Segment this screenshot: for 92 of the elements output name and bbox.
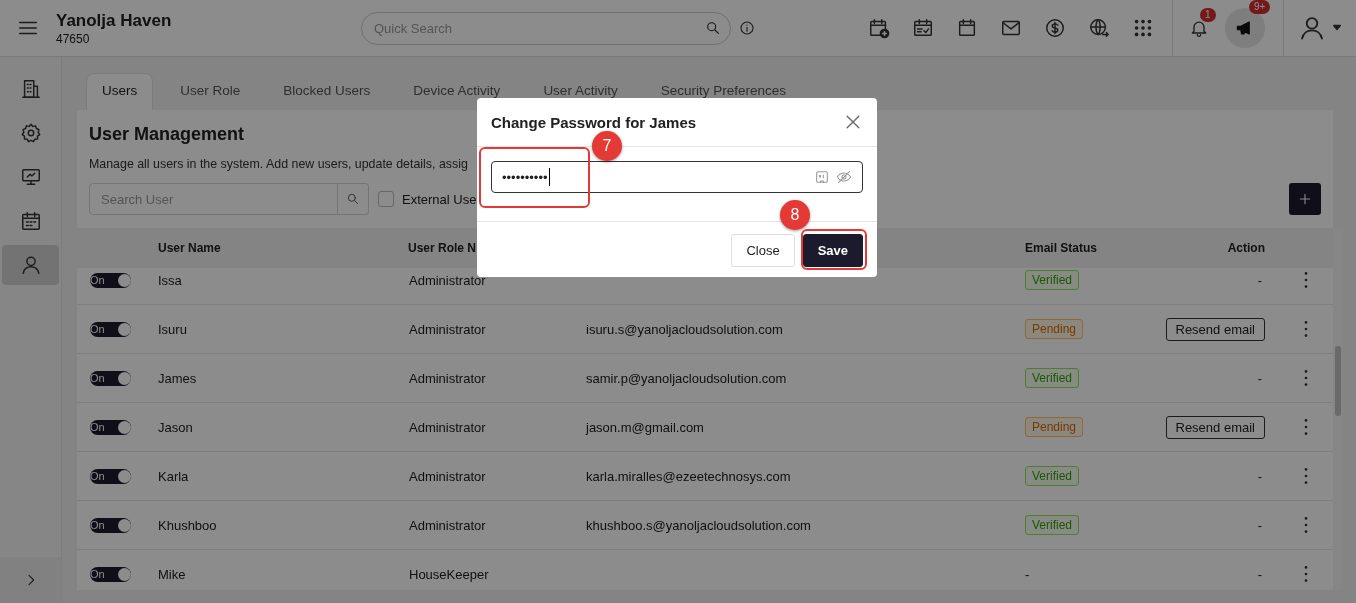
property-name: Yanolja Haven — [56, 10, 173, 31]
announcement-badge: 9+ — [1249, 0, 1271, 14]
info-icon — [739, 20, 755, 36]
status-tag: Verified — [1025, 270, 1080, 290]
table-cell-text: karla.miralles@ezeetechnosys.com — [585, 468, 792, 484]
table-cell-text: Issa — [157, 272, 183, 288]
status-tag: Verified — [1025, 368, 1080, 388]
search-field[interactable]: Quick Search — [361, 11, 731, 45]
tab[interactable]: Device Activity — [397, 73, 517, 110]
table-cell-text: Administrator — [408, 517, 487, 533]
table-cell-text: Jason — [157, 419, 194, 435]
column-header: Email Status — [1024, 241, 1099, 255]
save-button[interactable]: Save — [802, 234, 863, 267]
more-options-icon[interactable] — [1304, 419, 1308, 435]
checkbox[interactable] — [378, 191, 394, 207]
table-cell-text: Khushboo — [157, 517, 218, 533]
table-cell-text: isuru.s@yanoljacloudsolution.com — [585, 321, 784, 337]
table-cell-text: - — [1256, 517, 1263, 533]
more-options-icon[interactable] — [1304, 468, 1308, 484]
more-options-icon[interactable] — [1304, 370, 1308, 386]
resend-email-button[interactable]: Resend email — [1165, 317, 1265, 341]
table-cell-text: Mike — [157, 566, 187, 582]
sidebar-item[interactable] — [2, 245, 59, 285]
tab[interactable]: User Role — [164, 73, 257, 110]
table-cell-text: Administrator — [408, 468, 487, 484]
status-toggle[interactable]: On — [90, 272, 131, 288]
status-toggle[interactable]: On — [90, 517, 131, 533]
column-header: Action — [1226, 241, 1266, 255]
more-options-icon[interactable] — [1304, 272, 1308, 288]
status-toggle[interactable]: On — [90, 566, 131, 582]
search-icon — [346, 192, 360, 206]
caret-icon — [1332, 23, 1342, 33]
table-cell-text: James — [157, 370, 198, 386]
table-cell-text: Isuru — [157, 321, 188, 337]
search-icon — [705, 19, 721, 36]
status-tag: Verified — [1025, 515, 1080, 535]
announcement-button[interactable] — [1225, 8, 1265, 48]
status-tag: Pending — [1025, 417, 1084, 437]
globe-icon — [1088, 17, 1110, 39]
close-button[interactable]: Close — [731, 234, 795, 267]
table-cell-text: khushboo.s@yanoljacloudsolution.com — [585, 517, 812, 533]
calendar-icon — [956, 17, 978, 39]
monitor-icon — [19, 166, 42, 188]
table-cell-text: Karla — [157, 468, 190, 484]
settings-icon — [19, 122, 42, 144]
eye-slash-icon — [836, 169, 852, 185]
table-cell-text: jason.m@gmail.com — [584, 419, 705, 435]
search-user-field[interactable]: Search User — [89, 183, 338, 215]
column-header: User Name — [157, 241, 222, 255]
table-cell-text: - — [1256, 272, 1263, 288]
more-options-icon[interactable] — [1304, 517, 1308, 533]
dollar-icon — [1044, 17, 1066, 39]
more-options-icon[interactable] — [1304, 321, 1308, 337]
text-cursor — [548, 168, 550, 186]
table-cell-text: - — [1256, 566, 1263, 582]
resend-email-button[interactable]: Resend email — [1165, 415, 1265, 439]
status-toggle[interactable]: On — [90, 419, 131, 435]
status-toggle[interactable]: On — [90, 468, 131, 484]
dialog-title: Change Password for James — [491, 113, 697, 131]
plus-icon — [1297, 191, 1313, 207]
building-icon — [19, 78, 42, 100]
tab[interactable]: Users — [86, 73, 154, 110]
calendar-check-icon — [912, 17, 934, 39]
notification-badge: 1 — [1200, 8, 1216, 22]
highlight-box — [801, 229, 867, 270]
table-cell-text: - — [1256, 468, 1263, 484]
section-title: User Management — [89, 124, 245, 145]
status-tag: Verified — [1025, 466, 1080, 486]
table-cell-text: - — [1024, 566, 1030, 582]
password-field[interactable]: •••••••••• — [491, 161, 863, 193]
table-cell-text: - — [1256, 370, 1263, 386]
section-description: Manage all users in the system. Add new users, update details, assig — [89, 157, 469, 171]
table-cell-text: Administrator — [408, 370, 487, 386]
more-options-icon[interactable] — [1304, 566, 1308, 582]
table-cell-text: Administrator — [408, 419, 487, 435]
table-cell-text: Administrator — [408, 272, 487, 288]
calendar-icon — [19, 210, 42, 232]
password-value: •••••••••• — [502, 169, 548, 185]
column-header: User Role N — [407, 241, 478, 255]
status-tag: Pending — [1025, 319, 1084, 339]
calendar-plus-icon — [868, 17, 890, 39]
table-cell-text: samir.p@yanoljacloudsolution.com — [585, 370, 788, 386]
password-key-icon — [814, 169, 830, 185]
checkbox-label: External Use — [402, 191, 477, 207]
tab[interactable]: Blocked Users — [267, 73, 387, 110]
table-cell-text: HouseKeeper — [408, 566, 490, 582]
table-cell-text: Administrator — [408, 321, 487, 337]
user-icon — [1298, 14, 1326, 42]
apps-grid-icon — [1132, 17, 1154, 39]
status-toggle[interactable]: On — [90, 321, 131, 337]
property-code: 47650 — [56, 31, 91, 46]
status-toggle[interactable]: On — [90, 370, 131, 386]
